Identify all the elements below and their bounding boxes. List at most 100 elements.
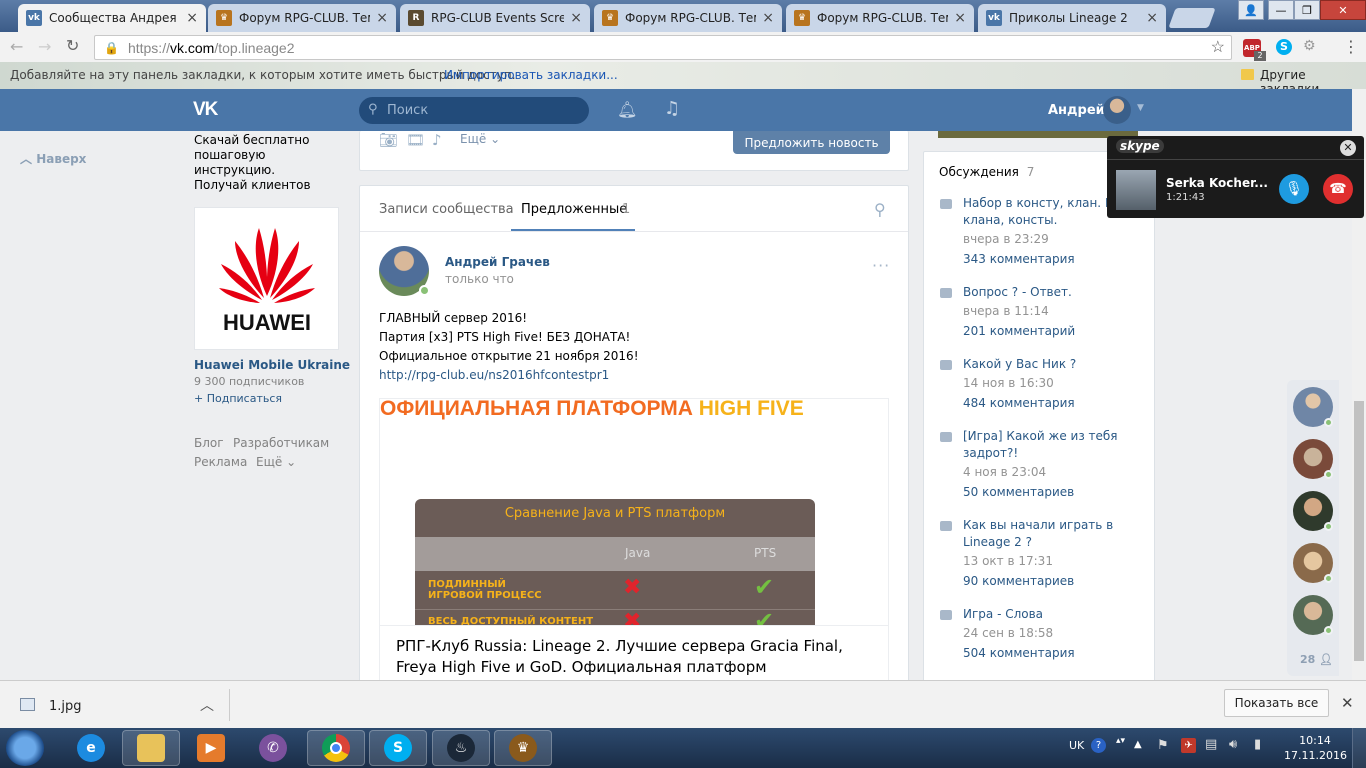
taskbar-chrome[interactable] xyxy=(307,730,365,766)
search-icon[interactable]: ⚲ xyxy=(874,200,886,219)
promo-name[interactable]: Huawei Mobile Ukraine xyxy=(194,358,350,372)
audio-icon[interactable]: ♪ xyxy=(432,131,442,149)
language-indicator[interactable]: UK xyxy=(1069,739,1084,752)
taskbar-explorer[interactable] xyxy=(122,730,180,766)
taskbar-viber[interactable]: ✆ xyxy=(244,730,302,766)
back-icon[interactable]: ← xyxy=(10,37,23,56)
subscribe-button[interactable]: + Подписаться xyxy=(194,392,282,405)
composer-more[interactable]: Ещё ⌄ xyxy=(460,132,500,146)
address-bar[interactable]: 🔒 https://vk.com/top.lineage2 ☆ xyxy=(94,35,1232,60)
more-options-icon[interactable]: ··· xyxy=(872,256,890,275)
camera-icon[interactable]: 📷︎ xyxy=(379,131,398,149)
close-icon[interactable]: × xyxy=(376,10,388,26)
taskbar-ie[interactable]: e xyxy=(62,730,120,766)
import-bookmarks-link[interactable]: Импортировать закладки... xyxy=(444,68,618,82)
discussions-header[interactable]: Обсуждения 7 xyxy=(939,165,1034,179)
discussion-item[interactable]: Игра - Слова 24 сен в 18:58 504 коммента… xyxy=(940,606,1140,663)
friends-online-count[interactable]: 28 👤︎ xyxy=(1300,653,1333,666)
antivirus-icon[interactable]: ✈ xyxy=(1181,738,1196,753)
star-icon[interactable]: ☆ xyxy=(1211,37,1225,57)
footer-ads[interactable]: Реклама xyxy=(194,455,247,469)
discussion-item[interactable]: Какой у Вас Ник ? 14 ноя в 16:30 484 ком… xyxy=(940,356,1140,413)
close-icon[interactable]: ✕ xyxy=(1340,140,1356,156)
scrollbar-thumb[interactable] xyxy=(1354,401,1364,661)
footer-developers[interactable]: Разработчикам xyxy=(233,436,329,450)
ad-text[interactable]: Скачай бесплатно пошаговую инструкцию. П… xyxy=(194,133,344,193)
friend-avatar[interactable] xyxy=(1293,595,1333,635)
tab-rpg-events[interactable]: R RPG-CLUB Events Screen × xyxy=(400,4,590,32)
chevron-up-icon[interactable]: ︿ xyxy=(200,695,214,715)
footer-blog[interactable]: Блог xyxy=(194,436,224,450)
user-profile-icon[interactable]: 👤 xyxy=(1238,0,1264,20)
volume-icon[interactable]: 🔊︎ xyxy=(1229,737,1237,752)
discussion-comments[interactable]: 90 комментариев xyxy=(963,571,1130,591)
tab-rpg-forum-3[interactable]: ♛ Форум RPG-CLUB. Тема × xyxy=(786,4,974,32)
microphone-icon[interactable]: 🎙︎ xyxy=(1279,174,1309,204)
discussion-comments[interactable]: 50 комментариев xyxy=(963,482,1125,502)
discussion-title[interactable]: Игра - Слова xyxy=(963,606,1140,623)
skype-extension-icon[interactable]: S xyxy=(1276,39,1292,55)
tab-rpg-forum-1[interactable]: ♛ Форум RPG-CLUB. Тема × xyxy=(208,4,396,32)
discussion-title[interactable]: Вопрос ? - Ответ. xyxy=(963,284,1140,301)
discussion-title[interactable]: Какой у Вас Ник ? xyxy=(963,356,1140,373)
tab-suggested[interactable]: Предложенные 1 xyxy=(511,186,635,231)
clock[interactable]: 10:14 17.11.2016 xyxy=(1284,733,1347,763)
close-icon[interactable]: × xyxy=(762,10,774,26)
video-icon[interactable]: 🎞︎ xyxy=(406,131,425,149)
power-icon[interactable]: ▮ xyxy=(1254,737,1261,752)
forward-icon[interactable]: → xyxy=(38,37,51,56)
tray-arrows-icon[interactable]: ▴▾ xyxy=(1116,736,1125,746)
help-icon[interactable]: ? xyxy=(1091,738,1106,753)
chevron-down-icon[interactable]: ▼ xyxy=(1137,103,1144,113)
download-filename[interactable]: 1.jpg xyxy=(49,699,82,714)
discussion-title[interactable]: Как вы начали играть в Lineage 2 ? xyxy=(963,517,1130,551)
post-link[interactable]: http://rpg-club.eu/ns2016hfcontestpr1 xyxy=(379,366,639,385)
suggest-news-button[interactable]: Предложить новость xyxy=(733,131,890,154)
back-to-top[interactable]: ︿ Наверх xyxy=(20,150,86,167)
post-banner-image[interactable]: ОФИЦИАЛЬНАЯ ПЛАТФОРМА HIGH FIVE Сравнени… xyxy=(379,398,889,626)
search-input[interactable]: ⚲ Поиск xyxy=(359,97,589,124)
bell-icon[interactable]: 🔔︎ xyxy=(617,100,637,119)
taskbar-skype[interactable]: S xyxy=(369,730,427,766)
discussion-comments[interactable]: 484 комментария xyxy=(963,393,1140,413)
start-button[interactable] xyxy=(6,730,44,766)
discussion-comments[interactable]: 201 комментарий xyxy=(963,321,1140,341)
close-icon[interactable]: × xyxy=(186,10,198,26)
discussion-item[interactable]: Как вы начали играть в Lineage 2 ? 13 ок… xyxy=(940,517,1130,591)
network-icon[interactable]: ▤ xyxy=(1205,737,1217,752)
reload-icon[interactable]: ↻ xyxy=(66,36,79,55)
menu-icon[interactable]: ⋮ xyxy=(1343,37,1359,56)
tab-lineage-jokes[interactable]: vk Приколы Lineage 2 × xyxy=(978,4,1166,32)
restore-button[interactable]: ❐ xyxy=(1294,0,1320,20)
huawei-promo-image[interactable]: HUAWEI xyxy=(194,207,339,350)
minimize-button[interactable]: — xyxy=(1268,0,1294,20)
user-avatar[interactable] xyxy=(1103,96,1131,124)
music-icon[interactable]: ♫ xyxy=(664,98,680,119)
post-time[interactable]: только что xyxy=(445,272,514,286)
close-icon[interactable]: × xyxy=(570,10,582,26)
footer-more[interactable]: Ещё ⌄ xyxy=(256,455,296,469)
discussion-title[interactable]: [Игра] Какой же из тебя задрот?! xyxy=(963,428,1125,462)
user-name[interactable]: Андрей xyxy=(1048,103,1105,118)
tab-community-posts[interactable]: Записи сообщества xyxy=(379,202,514,217)
post-author-name[interactable]: Андрей Грачев xyxy=(445,255,550,269)
tab-vk-communities[interactable]: vk Сообщества Андрея Гра × xyxy=(18,4,206,32)
friend-avatar[interactable] xyxy=(1293,439,1333,479)
friend-avatar[interactable] xyxy=(1293,543,1333,583)
taskbar-steam[interactable]: ♨ xyxy=(432,730,490,766)
discussion-comments[interactable]: 343 комментария xyxy=(963,249,1155,269)
friend-avatar[interactable] xyxy=(1293,491,1333,531)
flag-icon[interactable]: ⚑ xyxy=(1157,738,1169,753)
show-desktop-button[interactable] xyxy=(1352,728,1366,768)
show-all-button[interactable]: Показать все xyxy=(1224,689,1329,717)
extension-icon[interactable]: ⚙ xyxy=(1303,38,1316,54)
close-icon[interactable]: × xyxy=(954,10,966,26)
window-close-button[interactable]: ✕ xyxy=(1320,0,1366,20)
discussion-comments[interactable]: 504 комментария xyxy=(963,643,1140,663)
tab-rpg-forum-2[interactable]: ♛ Форум RPG-CLUB. Тема × xyxy=(594,4,782,32)
discussion-item[interactable]: Вопрос ? - Ответ. вчера в 11:14 201 комм… xyxy=(940,284,1140,341)
close-icon[interactable]: × xyxy=(1146,10,1158,26)
vk-logo[interactable]: VK xyxy=(193,99,227,121)
taskbar-lineage[interactable]: ♛ xyxy=(494,730,552,766)
friend-avatar[interactable] xyxy=(1293,387,1333,427)
